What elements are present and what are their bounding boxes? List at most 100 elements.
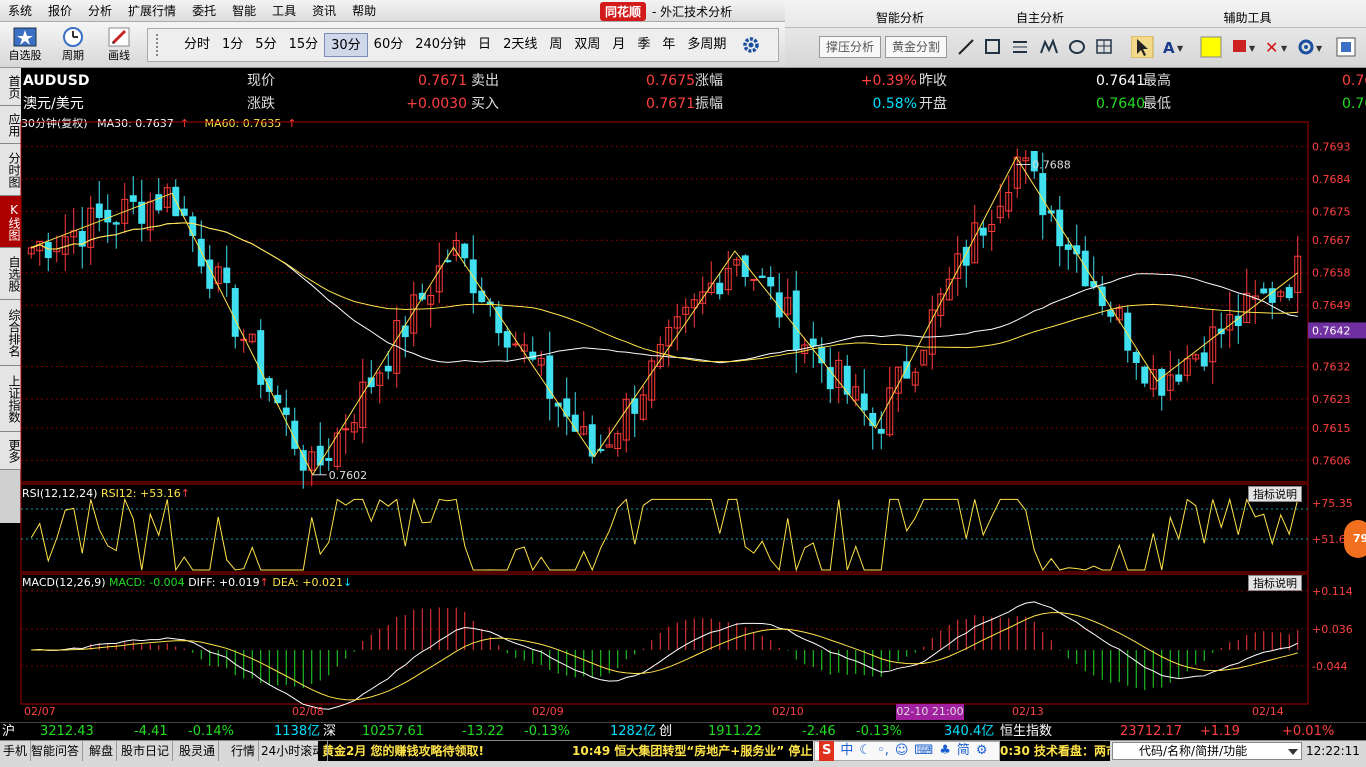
rsi-line	[30, 497, 1299, 572]
candle-body	[1039, 173, 1047, 216]
sh-amount: 1138亿	[274, 724, 321, 739]
diff-line	[31, 601, 1298, 710]
macd-panel-frame	[20, 573, 1309, 705]
candle-body	[1285, 287, 1293, 299]
price-panel-frame	[20, 121, 1309, 483]
candle-body	[1132, 351, 1140, 363]
rsi-name: RSI(12,12,24)	[22, 487, 98, 500]
dea-value: DEA: +0.021	[272, 576, 344, 589]
candle-body	[129, 195, 137, 202]
date-label: 02/07	[24, 705, 56, 718]
status-item-5[interactable]: 行情	[228, 741, 260, 761]
price-tick-label: 0.7632	[1312, 361, 1351, 374]
rsi-value: RSI12: +53.16	[100, 487, 181, 500]
candle-body	[401, 325, 409, 338]
status-item-6[interactable]: 24小时滚动	[258, 741, 329, 761]
candle-body	[325, 457, 333, 461]
ime-keyboard-icon: ⌨	[914, 743, 934, 758]
candle-body	[231, 288, 239, 337]
candle-body	[257, 330, 265, 385]
candle-body	[1175, 374, 1183, 382]
sz-amount: 1282亿	[610, 724, 657, 739]
sz-change: -13.22	[462, 724, 504, 739]
candle-body	[223, 267, 231, 284]
ime-mode-icon: 中	[840, 743, 854, 758]
cy-change: -2.46	[802, 724, 836, 739]
sh-percent: -0.14%	[188, 724, 234, 739]
price-tick-label: 0.7667	[1312, 234, 1351, 247]
macd-value: MACD: -0.004	[109, 576, 185, 589]
date-label: 02/14	[1252, 705, 1284, 718]
macd-tick-label: -0.044	[1312, 660, 1347, 673]
candle-body	[44, 241, 52, 259]
macd-label: MACD(12,26,9) MACD: -0.004 DIFF: +0.019↑…	[22, 576, 352, 590]
sh-value: 3212.43	[40, 724, 94, 739]
candle-body	[546, 355, 554, 399]
ime-toolbar[interactable]: S 中 ☾ ◦, ☺ ⌨ ♣ 简 ⚙	[814, 741, 1000, 761]
candle-body	[503, 331, 511, 348]
candle-body	[265, 378, 273, 392]
status-item-3[interactable]: 股市日记	[118, 741, 174, 761]
news-ticker[interactable]: 黄金2月 您的赚钱攻略待领取! 10:49 恒大集团转型“房地产+服务业” 停止	[318, 741, 813, 761]
candle-body	[461, 243, 469, 259]
date-label: 02/10	[772, 705, 804, 718]
status-item-4[interactable]: 股灵通	[176, 741, 220, 761]
date-label: 02/09	[532, 705, 564, 718]
candle-body	[1234, 315, 1242, 327]
sz-percent: -0.13%	[524, 724, 570, 739]
up-arrow-icon: ↑	[259, 576, 269, 589]
cy-percent: -0.13%	[856, 724, 902, 739]
rsi-help-button[interactable]: 指标说明	[1248, 486, 1302, 502]
candle-body	[1260, 288, 1268, 294]
candle-body	[1081, 250, 1089, 287]
cursor-date-label: 02-10 21:00	[896, 704, 964, 720]
hs-name: 恒生指数	[1000, 724, 1053, 739]
macd-tick-label: +0.114	[1312, 585, 1353, 598]
candle-body	[1158, 368, 1166, 396]
macd-help-button[interactable]: 指标说明	[1248, 575, 1302, 591]
floating-badge[interactable]: 79	[1344, 520, 1366, 558]
hs-percent: +0.01%	[1282, 724, 1335, 739]
clock: 12:22:11	[1306, 744, 1360, 758]
candle-body	[95, 203, 103, 218]
candle-body	[767, 276, 775, 287]
candle-body	[367, 377, 375, 388]
candle-body	[758, 275, 766, 278]
macd-name: MACD(12,26,9)	[22, 576, 106, 589]
status-item-1[interactable]: 智能问答	[28, 741, 84, 761]
candle-body	[529, 351, 537, 360]
cy-name: 创	[659, 724, 673, 739]
ime-moon-icon: ☾	[859, 743, 872, 758]
status-item-0[interactable]: 手机	[0, 741, 32, 761]
candle-body	[792, 290, 800, 351]
chart-canvas[interactable]: 0.7693 0.7684 0.7675 0.7667 0.7658 0.7649 0.76…	[0, 0, 1366, 722]
cy-amount: 340.4亿	[944, 724, 995, 739]
ime-emoji-icon: ☺	[894, 743, 909, 758]
ticker-text-b: 10:49 恒大集团转型“房地产+服务业” 停止	[572, 744, 813, 758]
price-tick-label: 0.7684	[1312, 173, 1351, 186]
down-arrow-icon: ↓	[343, 576, 353, 589]
date-label: 02/08	[292, 705, 324, 718]
up-arrow-icon: ↑	[180, 487, 190, 500]
hs-value: 23712.17	[1120, 724, 1183, 739]
candle-body	[979, 227, 987, 236]
candle-body	[112, 222, 120, 225]
candle-body	[189, 216, 197, 236]
sh-change: -4.41	[134, 724, 168, 739]
ticker2-text: 0:30 技术看盘：两市弱	[1000, 744, 1110, 758]
dea-line	[31, 612, 1298, 701]
hs-change: +1.19	[1200, 724, 1240, 739]
price-tick-label: 0.7675	[1312, 205, 1351, 218]
status-item-2[interactable]: 解盘	[86, 741, 118, 761]
date-label: 02/13	[1012, 705, 1044, 718]
news-ticker-2[interactable]: 0:30 技术看盘：两市弱	[1000, 741, 1110, 761]
search-dropdown-icon[interactable]	[1286, 745, 1300, 759]
price-tick-label: 0.7693	[1312, 140, 1351, 153]
ime-simplified-icon: 简	[956, 743, 970, 758]
search-input[interactable]: 代码/名称/简拼/功能	[1112, 742, 1302, 760]
price-tick-label: 0.7623	[1312, 393, 1351, 406]
candle-body	[877, 428, 885, 434]
ticker-text: 黄金2月 您的赚钱攻略待领取!	[322, 744, 485, 758]
cy-value: 1911.22	[708, 724, 762, 739]
status-bar: 黄金2月 您的赚钱攻略待领取! 10:49 恒大集团转型“房地产+服务业” 停止…	[0, 740, 1366, 767]
